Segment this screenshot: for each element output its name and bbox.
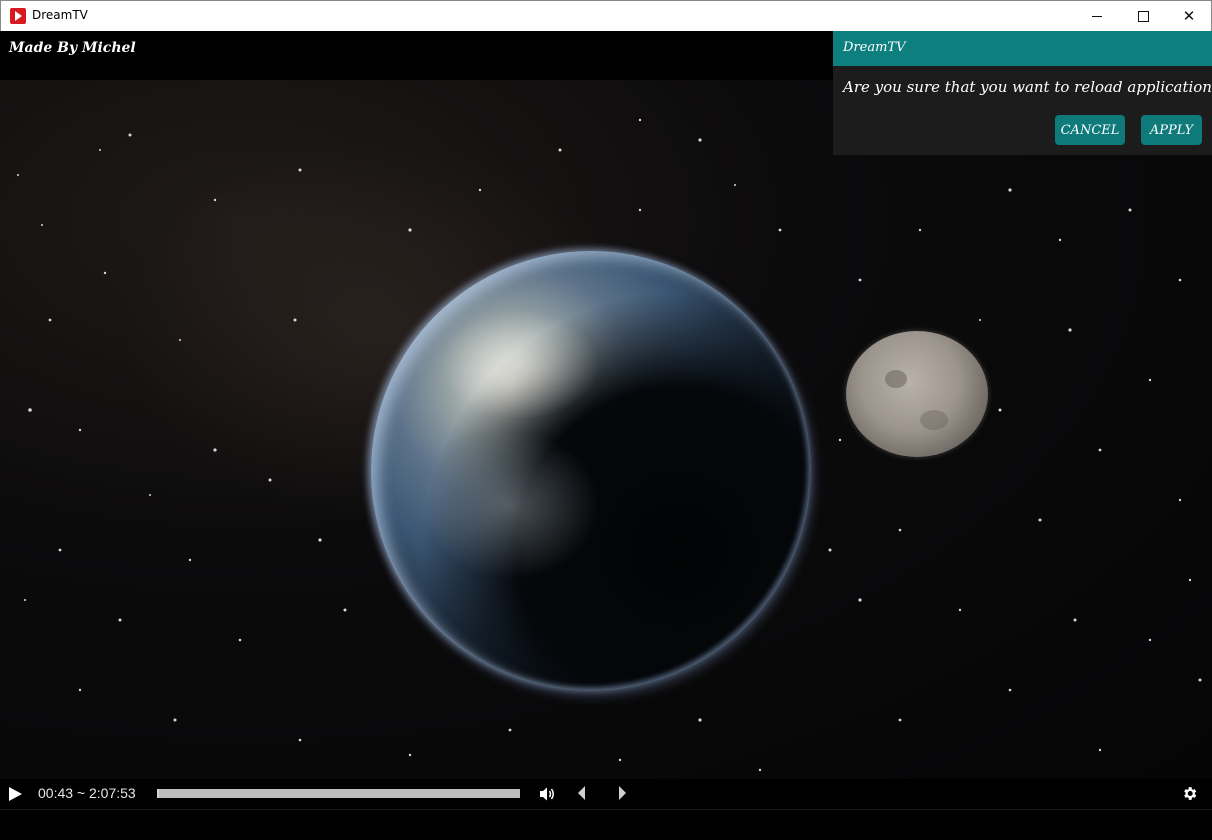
play-icon[interactable] bbox=[9, 787, 22, 801]
moon-crater bbox=[885, 370, 907, 388]
next-icon[interactable] bbox=[617, 785, 627, 801]
close-icon: ✕ bbox=[1182, 7, 1196, 25]
maximize-button[interactable] bbox=[1120, 1, 1166, 31]
previous-icon[interactable] bbox=[577, 785, 587, 801]
bottom-bar bbox=[0, 809, 1212, 840]
minimize-button[interactable] bbox=[1074, 1, 1120, 31]
dialog-header: DreamTV bbox=[833, 31, 1212, 66]
earth-atmosphere bbox=[371, 251, 811, 691]
seek-bar-fill bbox=[157, 789, 160, 798]
maximize-icon bbox=[1137, 10, 1149, 22]
seek-bar[interactable] bbox=[157, 789, 520, 798]
dialog-title: DreamTV bbox=[843, 40, 906, 55]
close-button[interactable]: ✕ bbox=[1166, 1, 1212, 31]
credit-text: Made By Michel bbox=[9, 40, 136, 56]
apply-button[interactable]: APPLY bbox=[1141, 115, 1202, 145]
moon-crater bbox=[920, 410, 948, 430]
play-logo-icon bbox=[10, 8, 26, 24]
settings-icon[interactable] bbox=[1181, 785, 1198, 802]
window-titlebar: DreamTV ✕ bbox=[0, 0, 1212, 31]
video-surface[interactable]: Made By Michel DreamTV Are you sure that… bbox=[0, 31, 1212, 779]
dialog-message: Are you sure that you want to reload app… bbox=[843, 78, 1212, 96]
minimize-icon bbox=[1092, 15, 1102, 17]
window-title: DreamTV bbox=[32, 8, 88, 22]
player-controls: 00:43 ~ 2:07:53 bbox=[0, 779, 1212, 809]
moon bbox=[846, 331, 988, 457]
volume-icon[interactable] bbox=[538, 785, 556, 803]
video-frame bbox=[0, 80, 1212, 779]
reload-dialog: DreamTV Are you sure that you want to re… bbox=[833, 31, 1212, 155]
cancel-button[interactable]: CANCEL bbox=[1055, 115, 1125, 145]
time-display: 00:43 ~ 2:07:53 bbox=[38, 785, 136, 801]
